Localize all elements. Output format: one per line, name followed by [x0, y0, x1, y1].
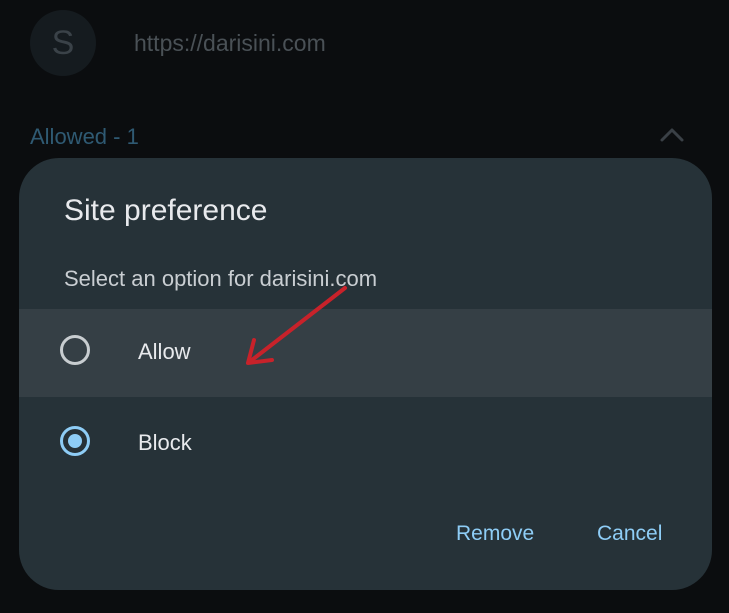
block-radio-button[interactable]: [60, 426, 90, 456]
site-preference-dialog: Site preference Select an option for dar…: [19, 158, 712, 590]
allow-option[interactable]: Allow: [19, 309, 712, 397]
chevron-up-icon: [660, 128, 684, 142]
site-url: https://darisini.com: [134, 30, 326, 56]
remove-button[interactable]: Remove: [456, 522, 534, 546]
block-label: Block: [138, 430, 192, 455]
background-site-row: S https://darisini.com: [0, 0, 729, 90]
site-avatar: S: [30, 10, 96, 76]
allowed-section-header: Allowed - 1: [30, 124, 139, 149]
allow-radio-button[interactable]: [60, 335, 90, 365]
dialog-title: Site preference: [64, 194, 268, 227]
block-option[interactable]: Block: [19, 400, 712, 488]
cancel-button[interactable]: Cancel: [597, 522, 662, 546]
allow-label: Allow: [138, 339, 191, 364]
dialog-subtitle: Select an option for darisini.com: [64, 266, 378, 291]
